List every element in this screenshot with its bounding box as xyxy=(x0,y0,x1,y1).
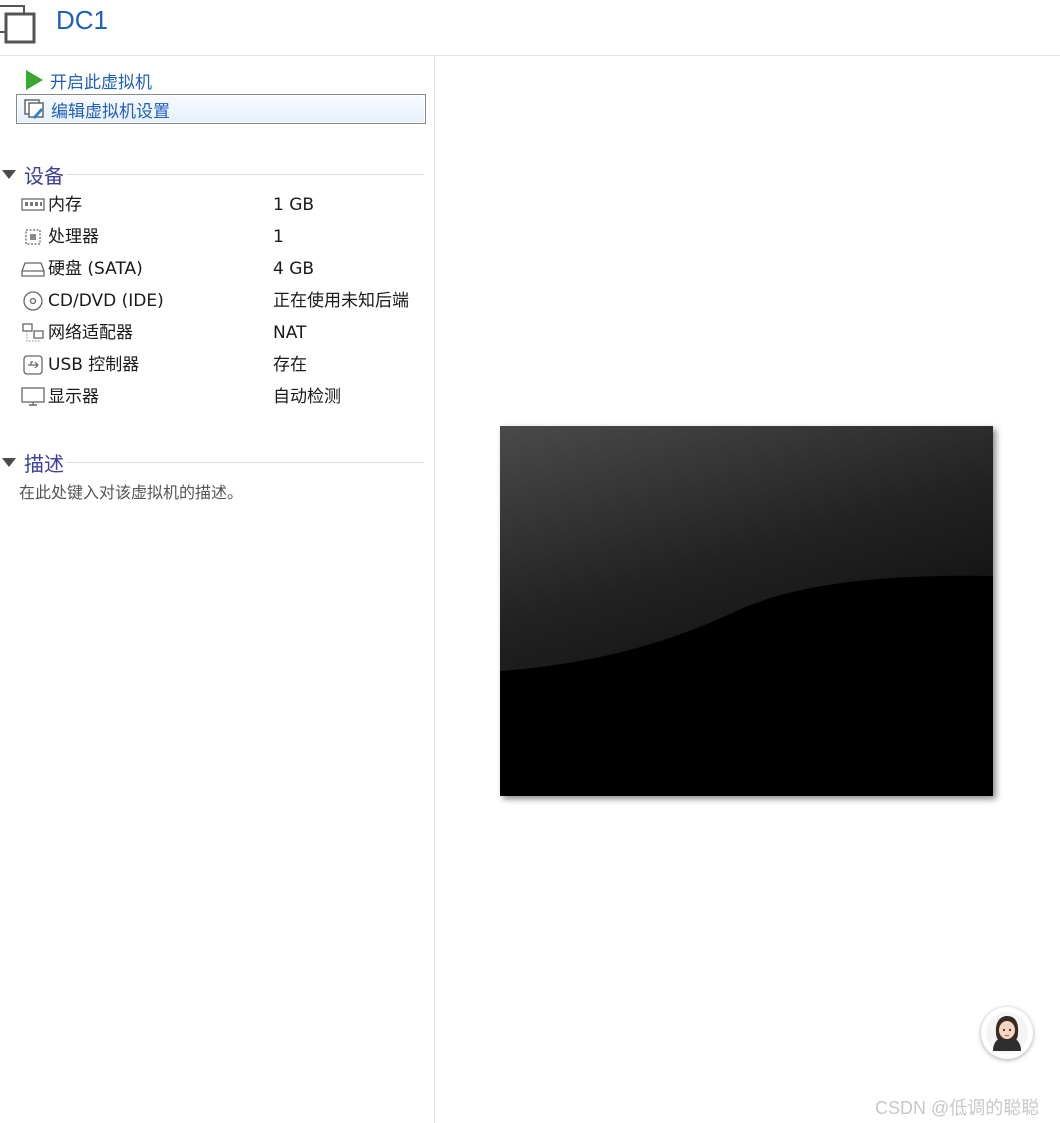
collapse-triangle-icon xyxy=(2,457,16,467)
power-on-vm-label: 开启此虚拟机 xyxy=(50,72,152,93)
device-name: 处理器 xyxy=(48,227,99,247)
device-name: USB 控制器 xyxy=(48,355,140,375)
device-value: 存在 xyxy=(273,355,307,375)
devices-section-header[interactable]: 设备 xyxy=(0,160,424,188)
usb-icon xyxy=(20,353,46,377)
section-divider xyxy=(66,461,424,463)
network-adapter-icon xyxy=(20,321,46,345)
watermark: CSDN @低调的聪聪 xyxy=(875,1098,1040,1118)
edit-vm-settings-label: 编辑虚拟机设置 xyxy=(51,101,170,122)
processor-icon xyxy=(20,225,46,249)
device-value: 正在使用未知后端 xyxy=(273,291,409,311)
device-value: 1 GB xyxy=(273,195,315,215)
device-value: 自动检测 xyxy=(273,387,341,407)
device-row-usb-controller[interactable]: USB 控制器 存在 xyxy=(0,349,434,381)
vm-preview-pane xyxy=(435,57,1060,1123)
device-name: 内存 xyxy=(48,195,82,215)
device-row-network-adapter[interactable]: 网络适配器 NAT xyxy=(0,317,434,349)
assistant-avatar[interactable] xyxy=(981,1007,1033,1059)
display-icon xyxy=(20,385,46,409)
device-row-display[interactable]: 显示器 自动检测 xyxy=(0,381,434,413)
cd-dvd-icon xyxy=(20,289,46,313)
device-name: CD/DVD (IDE) xyxy=(48,291,164,311)
description-section-title: 描述 xyxy=(24,451,64,476)
device-value: 1 xyxy=(273,227,284,247)
vm-title: DC1 xyxy=(56,5,109,35)
play-icon xyxy=(20,68,48,92)
device-row-processor[interactable]: 处理器 1 xyxy=(0,221,434,253)
section-divider xyxy=(66,173,424,175)
hard-disk-icon xyxy=(20,257,46,281)
vm-window-icon xyxy=(0,5,36,44)
device-name: 显示器 xyxy=(48,387,99,407)
edit-vm-settings-button[interactable]: 编辑虚拟机设置 xyxy=(16,94,426,124)
devices-section-title: 设备 xyxy=(24,163,64,188)
device-row-cd-dvd[interactable]: CD/DVD (IDE) 正在使用未知后端 xyxy=(0,285,434,317)
vm-screen-thumbnail[interactable] xyxy=(500,426,993,796)
description-input[interactable]: 在此处键入对该虚拟机的描述。 xyxy=(19,479,243,503)
description-section-header[interactable]: 描述 xyxy=(0,448,424,476)
power-on-vm-button[interactable]: 开启此虚拟机 xyxy=(16,65,426,95)
device-row-memory[interactable]: 内存 1 GB xyxy=(0,189,434,221)
edit-settings-icon xyxy=(21,97,49,121)
device-row-hard-disk[interactable]: 硬盘 (SATA) 4 GB xyxy=(0,253,434,285)
device-name: 硬盘 (SATA) xyxy=(48,259,143,279)
collapse-triangle-icon xyxy=(2,169,16,179)
vm-header: DC1 xyxy=(0,0,1060,56)
avatar-icon xyxy=(986,1012,1028,1054)
device-name: 网络适配器 xyxy=(48,323,133,343)
device-list: 内存 1 GB 处理器 1 硬盘 (SATA) 4 GB CD/DVD (IDE… xyxy=(0,189,434,413)
vm-summary-pane: 开启此虚拟机 编辑虚拟机设置 设备 内存 1 GB 处理器 1 硬盘 (SATA… xyxy=(0,57,434,1123)
device-value: 4 GB xyxy=(273,259,315,279)
memory-icon xyxy=(20,193,46,217)
device-value: NAT xyxy=(273,323,307,343)
